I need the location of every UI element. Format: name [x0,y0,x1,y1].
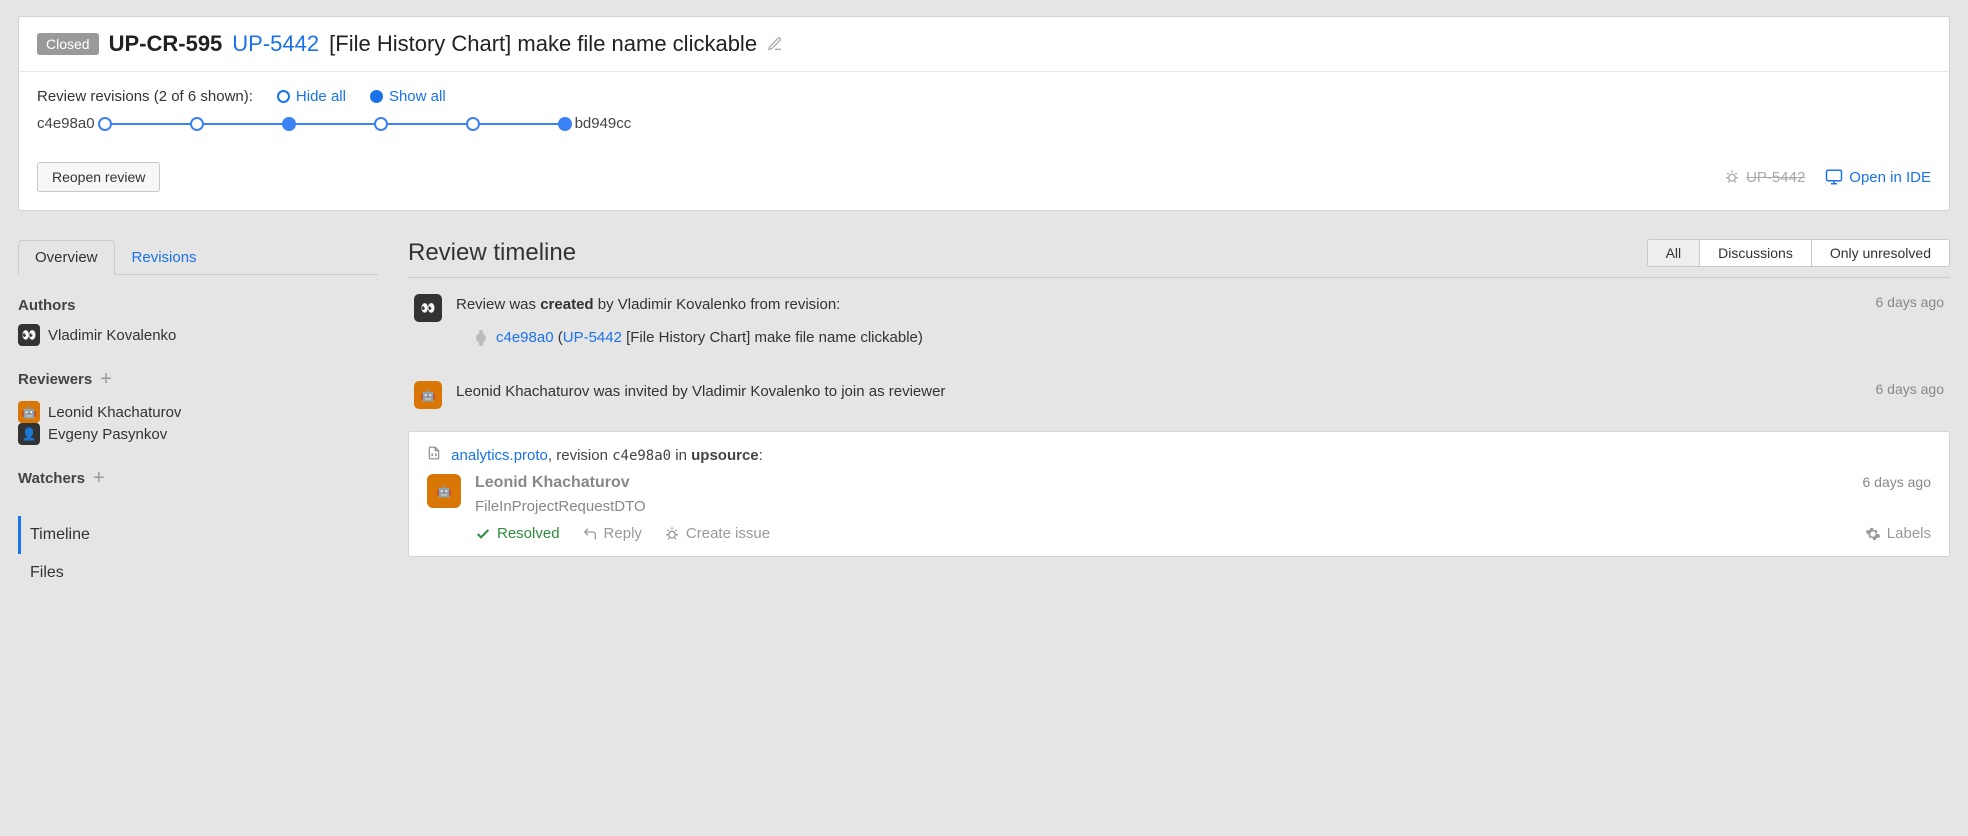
filter-discussions[interactable]: Discussions [1699,240,1811,266]
revision-node[interactable] [466,117,480,131]
linked-issue-resolved[interactable]: UP-5442 [1724,169,1805,186]
revision-node[interactable] [190,117,204,131]
revision-node[interactable] [558,117,572,131]
revision-graph[interactable] [105,116,565,132]
avatar: 🤖 [427,474,461,508]
main-content: Review timeline All Discussions Only unr… [408,239,1950,557]
start-commit-hash: c4e98a0 [37,115,95,132]
discussion-author: Leonid Khachaturov [475,474,630,491]
reviewer-person[interactable]: 🤖 Leonid Khachaturov [18,401,181,423]
reply-icon [582,526,598,542]
authors-label: Authors [18,297,378,314]
commit-link[interactable]: c4e98a0 [496,329,554,346]
revision-node[interactable] [282,117,296,131]
monitor-icon [1825,168,1843,186]
tab-overview[interactable]: Overview [18,240,115,275]
review-title-row: Closed UP-CR-595 UP-5442 [File History C… [19,17,1949,72]
watchers-label: Watchers [18,470,85,487]
labels-action[interactable]: Labels [1865,525,1931,542]
avatar: 👤 [18,423,40,445]
show-all-dot-icon [370,90,383,103]
branch-icon [476,333,486,343]
issue-link[interactable]: UP-5442 [563,329,622,346]
timeline-title: Review timeline [408,239,576,267]
revision-node[interactable] [98,117,112,131]
revisions-area: Review revisions (2 of 6 shown): Hide al… [19,72,1949,152]
avatar: 👀 [18,324,40,346]
hide-all-link[interactable]: Hide all [277,88,346,105]
hide-all-dot-icon [277,90,290,103]
gear-icon [1865,526,1881,542]
review-header-card: Closed UP-CR-595 UP-5442 [File History C… [18,16,1950,211]
bug-icon [1724,169,1740,185]
revisions-count-label: Review revisions (2 of 6 shown): [37,88,253,105]
sidebar: Overview Revisions Authors 👀 Vladimir Ko… [18,239,378,592]
file-code-icon [427,447,445,464]
sidebar-nav: Timeline Files [18,516,378,592]
discussion-revision: c4e98a0 [612,448,671,464]
add-reviewer-icon[interactable]: + [100,368,112,391]
tab-revisions[interactable]: Revisions [115,240,214,275]
open-in-ide-link[interactable]: Open in IDE [1825,168,1931,186]
issue-link[interactable]: UP-5442 [232,31,319,57]
timeline-timestamp: 6 days ago [1876,381,1945,397]
timeline-item: 👀 Review was created by Vladimir Kovalen… [408,278,1950,365]
filter-all[interactable]: All [1648,240,1700,266]
avatar: 🤖 [18,401,40,423]
sidebar-tabs: Overview Revisions [18,239,378,275]
author-person[interactable]: 👀 Vladimir Kovalenko [18,324,176,346]
filter-unresolved[interactable]: Only unresolved [1811,240,1949,266]
create-issue-action[interactable]: Create issue [664,525,770,542]
review-id: UP-CR-595 [109,31,223,57]
nav-files[interactable]: Files [18,554,378,592]
review-title: [File History Chart] make file name clic… [329,31,757,57]
timeline-filter: All Discussions Only unresolved [1647,239,1950,267]
discussion-file-link[interactable]: analytics.proto [451,447,548,464]
discussion-text: FileInProjectRequestDTO [475,498,1931,515]
timeline-timestamp: 6 days ago [1876,294,1945,310]
discussion-card: analytics.proto, revision c4e98a0 in ups… [408,431,1950,557]
edit-icon[interactable] [767,36,783,52]
end-commit-hash: bd949cc [575,115,632,132]
discussion-timestamp: 6 days ago [1863,474,1932,490]
reopen-review-button[interactable]: Reopen review [37,162,160,192]
avatar: 🤖 [414,381,442,409]
nav-timeline[interactable]: Timeline [18,516,378,554]
check-icon [475,526,491,542]
reviewer-person[interactable]: 👤 Evgeny Pasynkov [18,423,167,445]
avatar: 👀 [414,294,442,322]
reviewers-label: Reviewers [18,371,92,388]
add-watcher-icon[interactable]: + [93,467,105,490]
bug-icon [664,526,680,542]
status-badge: Closed [37,33,99,55]
show-all-link[interactable]: Show all [370,88,446,105]
timeline-item: 🤖 Leonid Khachaturov was invited by Vlad… [408,365,1950,425]
reply-action[interactable]: Reply [582,525,642,542]
resolved-action[interactable]: Resolved [475,525,560,542]
revision-node[interactable] [374,117,388,131]
